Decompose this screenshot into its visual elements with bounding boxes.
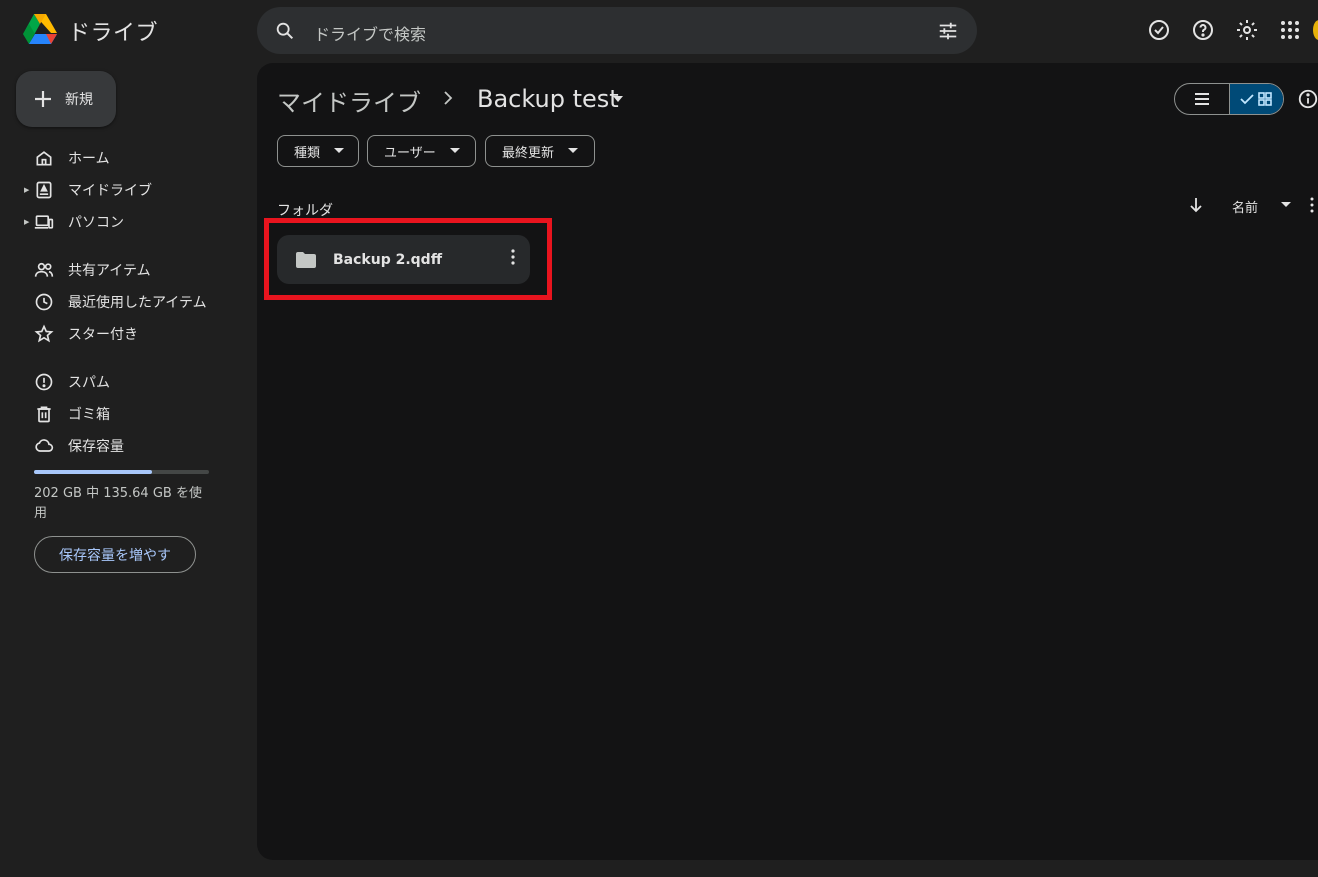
shared-icon xyxy=(34,260,54,280)
search-input[interactable]: ドライブで検索 xyxy=(314,21,426,45)
plus-icon xyxy=(33,89,53,109)
sidebar-item-spam[interactable]: スパム xyxy=(24,367,244,397)
search-icon[interactable] xyxy=(274,20,296,42)
storage-progress-fill xyxy=(34,470,152,474)
apps-grid-icon[interactable] xyxy=(1278,18,1302,42)
expand-arrow-icon[interactable]: ▶ xyxy=(24,218,34,226)
caret-down-icon xyxy=(568,148,579,154)
sidebar-item-my-drive[interactable]: ▶ マイドライブ xyxy=(24,175,244,205)
sidebar-item-label: 共有アイテム xyxy=(68,263,151,279)
sidebar-item-starred[interactable]: スター付き xyxy=(24,319,244,349)
new-button-label: 新規 xyxy=(65,92,93,108)
check-icon xyxy=(1240,93,1255,105)
sidebar-item-label: マイドライブ xyxy=(68,183,152,199)
avatar[interactable] xyxy=(1313,20,1318,40)
sidebar-item-label: スター付き xyxy=(68,327,138,343)
get-more-storage-button[interactable]: 保存容量を増やす xyxy=(34,536,196,573)
chevron-right-icon xyxy=(441,89,455,107)
grid-view-button[interactable] xyxy=(1228,84,1283,114)
new-button[interactable]: 新規 xyxy=(16,71,116,127)
breadcrumb-my-drive[interactable]: マイドライブ xyxy=(277,83,421,118)
caret-down-icon xyxy=(334,148,345,154)
sidebar-item-trash[interactable]: ゴミ箱 xyxy=(24,399,244,429)
cloud-icon xyxy=(34,436,54,456)
breadcrumb-current-folder[interactable]: Backup test xyxy=(477,85,619,113)
sidebar-item-computers[interactable]: ▶ パソコン xyxy=(24,207,244,237)
sidebar-item-label: 最近使用したアイテム xyxy=(68,295,207,311)
offline-ready-icon[interactable] xyxy=(1147,18,1171,42)
grid-icon xyxy=(1258,92,1273,106)
search-bar[interactable]: ドライブで検索 xyxy=(257,7,977,54)
expand-arrow-icon[interactable]: ▶ xyxy=(24,186,34,194)
trash-icon xyxy=(34,404,54,424)
sidebar-item-label: スパム xyxy=(68,375,110,391)
filter-chip-label: 最終更新 xyxy=(502,145,555,161)
caret-down-icon[interactable] xyxy=(612,95,624,103)
app-title[interactable]: ドライブ xyxy=(68,15,158,47)
tune-icon[interactable] xyxy=(937,20,959,42)
sidebar-item-label: 保存容量 xyxy=(68,439,124,455)
info-icon[interactable] xyxy=(1297,88,1318,110)
sidebar-item-label: ゴミ箱 xyxy=(68,407,110,423)
google-drive-logo[interactable] xyxy=(22,13,58,47)
storage-progress-bar xyxy=(34,470,209,474)
computers-icon xyxy=(34,212,54,232)
sidebar-item-label: ホーム xyxy=(68,151,110,167)
sidebar-item-shared[interactable]: 共有アイテム xyxy=(24,255,244,285)
filter-chip-label: 種類 xyxy=(294,145,321,161)
section-heading-folders: フォルダ xyxy=(277,203,333,219)
arrow-down-icon[interactable] xyxy=(1187,196,1205,214)
caret-down-icon xyxy=(449,148,460,154)
sidebar-item-storage[interactable]: 保存容量 xyxy=(24,431,244,461)
sidebar-item-home[interactable]: ホーム xyxy=(24,143,244,173)
clock-icon xyxy=(34,292,54,312)
highlight-annotation-box xyxy=(264,218,552,300)
list-view-button[interactable] xyxy=(1175,84,1229,114)
list-icon xyxy=(1194,92,1210,106)
help-icon[interactable] xyxy=(1191,18,1215,42)
star-icon xyxy=(34,324,54,344)
filter-modified-chip[interactable]: 最終更新 xyxy=(485,135,595,167)
filter-people-chip[interactable]: ユーザー xyxy=(367,135,476,167)
filter-chip-label: ユーザー xyxy=(384,145,436,161)
filter-type-chip[interactable]: 種類 xyxy=(277,135,359,167)
sort-by-name-button[interactable]: 名前 xyxy=(1232,197,1258,216)
sidebar-item-recent[interactable]: 最近使用したアイテム xyxy=(24,287,244,317)
home-icon xyxy=(34,148,54,168)
settings-icon[interactable] xyxy=(1235,18,1259,42)
spam-icon xyxy=(34,372,54,392)
my-drive-icon xyxy=(34,180,54,200)
storage-usage-text: 202 GB 中 135.64 GB を使用 xyxy=(34,486,202,521)
more-vert-icon[interactable] xyxy=(1309,197,1315,213)
main-panel: マイドライブ Backup test 種類 ユーザー 最終更新 フォルダ 名前 … xyxy=(257,63,1318,860)
caret-down-icon[interactable] xyxy=(1281,202,1291,208)
sidebar-item-label: パソコン xyxy=(68,215,124,231)
view-toggle[interactable] xyxy=(1174,83,1284,115)
